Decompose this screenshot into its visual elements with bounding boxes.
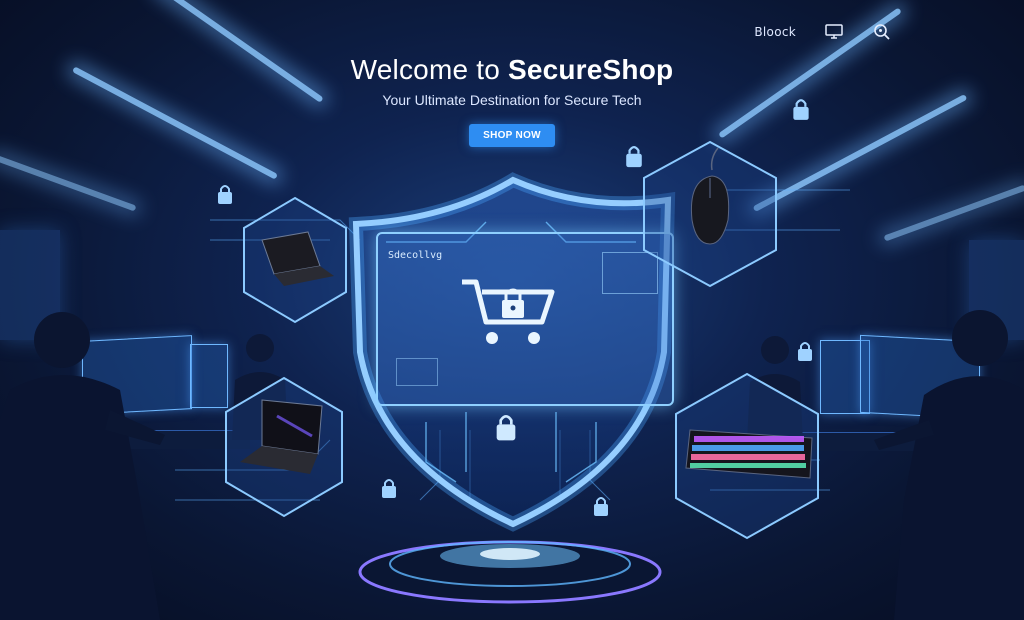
product-hex-laptop-bottom[interactable] [222, 376, 346, 518]
hero-subtitle: Your Ultimate Destination for Secure Tec… [382, 92, 642, 108]
hero-title-prefix: Welcome to [350, 54, 508, 85]
cart-lock-icon [462, 279, 555, 344]
shield-screen-label: Sdecollvg [388, 250, 443, 261]
search-icon[interactable] [872, 22, 892, 42]
nav-link[interactable]: Bloock [754, 25, 796, 39]
ui-widgets [396, 358, 438, 386]
lock-icon [594, 497, 608, 516]
lock-icon [218, 185, 232, 204]
product-hex-mouse[interactable] [640, 140, 780, 288]
hero-title-brand: SecureShop [507, 54, 674, 85]
product-hex-keyboard[interactable] [672, 372, 822, 540]
top-nav: Bloock [754, 22, 892, 42]
monitor-icon[interactable] [824, 22, 844, 42]
hero-section: Welcome to SecureShop Your Ultimate Dest… [0, 54, 1024, 147]
product-hex-laptop-top[interactable] [240, 196, 350, 324]
hologram-platform [358, 540, 662, 604]
lock-icon [496, 415, 516, 441]
shield-screen-panel: Sdecollvg [376, 232, 674, 406]
hero-title: Welcome to SecureShop [0, 54, 1024, 86]
lock-icon [798, 342, 812, 361]
shop-now-button[interactable]: SHOP NOW [469, 124, 555, 147]
lock-icon [382, 479, 396, 498]
